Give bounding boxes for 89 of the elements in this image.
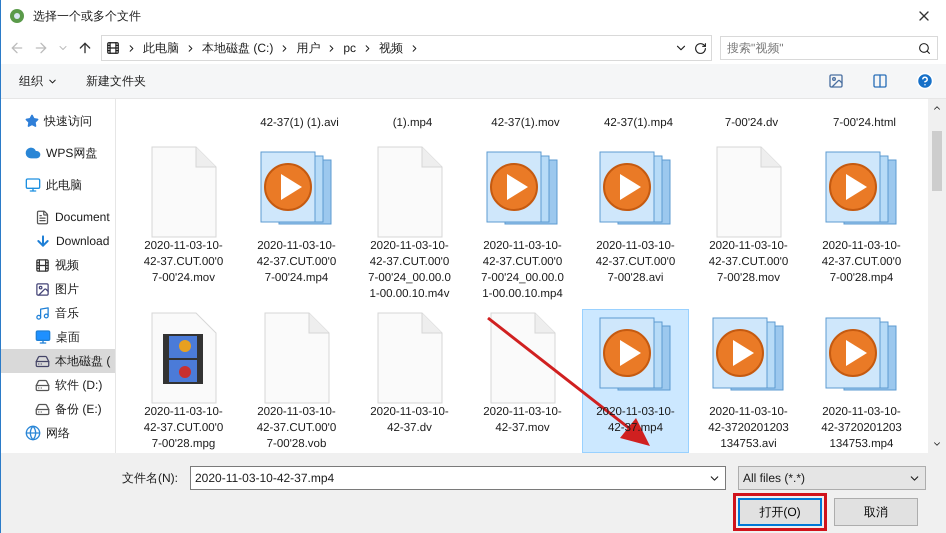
up-icon[interactable] [77, 40, 93, 56]
blank-document-icon [376, 146, 442, 238]
sidebar-item[interactable]: 图片 [1, 277, 115, 301]
file-name: 2020-11-03-10- 42-3720201203 134753.avi [708, 405, 789, 452]
file-name: 2020-11-03-10- 42-37.CUT.00'0 7-00'24.mov [144, 239, 224, 286]
file-item[interactable]: 2020-11-03-10- 42-37.CUT.00'0 7-00'28.vob [243, 309, 350, 453]
file-name: 2020-11-03-10- 42-37.CUT.00'0 7-00'24_00.00.0 1-00.00.10.mp4 [481, 239, 564, 302]
blank-document-icon [150, 146, 216, 238]
cancel-button[interactable]: 取消 [834, 498, 918, 526]
sidebar-item[interactable]: 视频 [1, 253, 115, 277]
file-item[interactable]: 2020-11-03-10- 42-37.CUT.00'0 7-00'24.mov [130, 143, 237, 303]
file-item[interactable]: 2020-11-03-10- 42-37.CUT.00'0 7-00'24.mp4 [243, 143, 350, 303]
file-type-dropdown[interactable]: All files (*.*) [738, 466, 926, 490]
download-icon [35, 233, 51, 249]
blank-document-icon [490, 312, 556, 404]
sidebar-item[interactable]: 备份 (E:) [1, 397, 115, 421]
music-icon [35, 306, 50, 320]
document-icon [35, 210, 50, 224]
file-item[interactable]: 2020-11-03-10- 42-37.mov [469, 309, 576, 453]
drive-icon [35, 402, 50, 416]
file-item[interactable]: 2020-11-03-10- 42-3720201203 134753.avi [695, 309, 802, 453]
file-name: 2020-11-03-10- 42-37.CUT.00'0 7-00'28.avi [596, 239, 676, 286]
blank-document-icon [264, 312, 330, 404]
file-item[interactable]: 2020-11-03-10- 42-37.CUT.00'0 7-00'28.mov [695, 143, 802, 303]
file-name: 2020-11-03-10- 42-37.CUT.00'0 7-00'24.mp4 [256, 239, 336, 286]
breadcrumb[interactable]: 视频 [379, 40, 404, 56]
file-name: (1).mp4 [392, 116, 432, 131]
desktop-icon [35, 329, 51, 345]
drive-icon [35, 354, 50, 368]
file-name: 7-00'24.dv [724, 116, 778, 131]
breadcrumb[interactable]: 用户 [296, 40, 320, 56]
sidebar-item[interactable]: WPS网盘 [1, 141, 115, 165]
sidebar-item[interactable]: 音乐 [1, 301, 115, 325]
breadcrumb[interactable]: 此电脑 [143, 40, 179, 56]
view-icon[interactable] [828, 73, 844, 89]
file-name: 2020-11-03-10- 42-37.CUT.00'0 7-00'24_00.00.0 1-00.00.10.m4v [368, 239, 451, 302]
file-item[interactable]: 2020-11-03-10- 42-3720201203 134753.mp4 [808, 309, 915, 453]
video-document-icon [150, 312, 216, 404]
breadcrumb[interactable]: 本地磁盘 (C:) [202, 40, 274, 56]
breadcrumb[interactable]: pc [343, 41, 356, 55]
blank-document-icon [376, 312, 442, 404]
file-name: 2020-11-03-10- 42-37.dv [370, 405, 449, 436]
file-name: 2020-11-03-10- 42-37.mov [483, 405, 562, 436]
address-bar[interactable]: 此电脑 本地磁盘 (C:) 用户 pc 视频 [101, 35, 712, 61]
blank-document-icon [716, 146, 782, 238]
file-item[interactable]: 2020-11-03-10- 42-37.CUT.00'0 7-00'28.mp4 [808, 143, 915, 303]
drive-icon [35, 378, 50, 392]
preview-pane-icon[interactable] [872, 73, 888, 89]
scrollbar-thumb[interactable] [932, 131, 942, 191]
window-title: 选择一个或多个文件 [33, 8, 142, 24]
file-name: 42-37(1).mp4 [604, 116, 674, 131]
search-field[interactable]: 搜索"视频" [720, 36, 938, 60]
file-name: 42-37(1).mov [491, 116, 560, 131]
filename-label: 文件名(N): [122, 470, 178, 486]
file-item[interactable]: 2020-11-03-10- 42-37.CUT.00'0 7-00'28.mpg [130, 309, 237, 453]
file-name: 2020-11-03-10- 42-37.CUT.00'0 7-00'28.mpg [144, 405, 224, 452]
file-item[interactable]: 2020-11-03-10- 42-37.dv [356, 309, 463, 453]
file-item[interactable]: 2020-11-03-10- 42-37.CUT.00'0 7-00'24_00.00.0 1-00.00.10.m4v [356, 143, 463, 303]
picture-icon [35, 282, 50, 296]
film-icon [106, 41, 120, 55]
globe-icon [25, 425, 41, 441]
sidebar-item[interactable]: Document [1, 205, 115, 229]
film-icon [35, 258, 50, 272]
cloud-icon [25, 145, 41, 161]
sidebar-item[interactable]: 桌面 [1, 325, 115, 349]
star-icon [25, 114, 39, 128]
sidebar-item[interactable]: Download [1, 229, 115, 253]
monitor-icon [25, 177, 41, 193]
sidebar-item[interactable]: 快速访问 [1, 109, 115, 133]
help-icon[interactable] [916, 72, 934, 90]
sidebar-item[interactable]: 网络 [1, 421, 115, 445]
file-name: 7-00'24.html [833, 116, 896, 131]
sidebar-item[interactable]: 本地磁盘 ( [1, 349, 115, 373]
organize-button[interactable]: 组织 [19, 72, 58, 90]
file-item[interactable]: 2020-11-03-10- 42-37.CUT.00'0 7-00'24_00.00.0 1-00.00.10.mp4 [469, 143, 576, 303]
file-name: 2020-11-03-10- 42-37.CUT.00'0 7-00'28.mp4 [822, 239, 902, 286]
sidebar-item[interactable]: 软件 (D:) [1, 373, 115, 397]
sidebar-item[interactable]: 此电脑 [1, 173, 115, 197]
new-folder-button[interactable]: 新建文件夹 [86, 72, 146, 90]
scrollbar[interactable] [928, 99, 946, 453]
file-name: 42-37(1) (1).avi [260, 116, 339, 131]
filename-field[interactable]: 2020-11-03-10-42-37.mp4 [190, 466, 726, 490]
file-name: 2020-11-03-10- 42-3720201203 134753.mp4 [821, 405, 902, 452]
file-name: 2020-11-03-10- 42-37.CUT.00'0 7-00'28.vob [256, 405, 336, 452]
refresh-icon[interactable] [694, 42, 707, 54]
app-icon [9, 8, 25, 24]
search-icon [918, 42, 931, 54]
file-item[interactable]: 2020-11-03-10- 42-37.CUT.00'0 7-00'28.avi [582, 143, 689, 303]
file-name: 2020-11-03-10- 42-37.CUT.00'0 7-00'28.mov [708, 239, 788, 286]
